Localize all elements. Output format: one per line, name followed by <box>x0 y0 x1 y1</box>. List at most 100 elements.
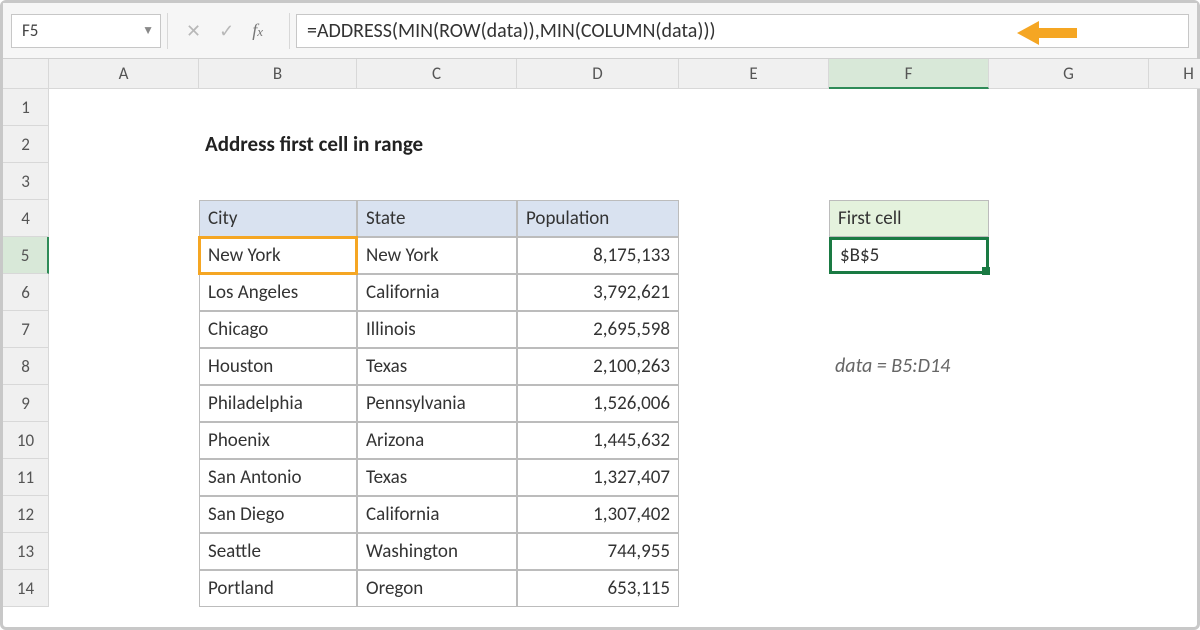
table-cell-population[interactable]: 744,955 <box>517 533 679 570</box>
first-cell-value[interactable]: $B$5 <box>829 237 989 274</box>
table-cell-population[interactable]: 1,445,632 <box>517 422 679 459</box>
cell-D3[interactable] <box>517 163 679 200</box>
cell-F10[interactable] <box>829 422 989 459</box>
cell-E5[interactable] <box>679 237 829 274</box>
row-header-8[interactable]: 8 <box>3 348 49 385</box>
col-header-H[interactable]: H <box>1149 59 1200 89</box>
cell-G3[interactable] <box>989 163 1149 200</box>
cell-F7[interactable] <box>829 311 989 348</box>
table-cell-state[interactable]: Washington <box>357 533 517 570</box>
col-header-G[interactable]: G <box>989 59 1149 89</box>
col-header-B[interactable]: B <box>199 59 357 89</box>
cell-A8[interactable] <box>49 348 199 385</box>
row-header-2[interactable]: 2 <box>3 126 49 163</box>
table-cell-city[interactable]: New York <box>199 237 357 274</box>
row-header-14[interactable]: 14 <box>3 570 49 607</box>
cell-H11[interactable] <box>1149 459 1200 496</box>
table-cell-city[interactable]: Phoenix <box>199 422 357 459</box>
cell-H3[interactable] <box>1149 163 1200 200</box>
cell-A3[interactable] <box>49 163 199 200</box>
cell-B3[interactable] <box>199 163 357 200</box>
cell-H9[interactable] <box>1149 385 1200 422</box>
table-cell-population[interactable]: 1,526,006 <box>517 385 679 422</box>
cell-G5[interactable] <box>989 237 1149 274</box>
col-header-E[interactable]: E <box>679 59 829 89</box>
confirm-icon[interactable]: ✓ <box>219 20 234 42</box>
cell-C3[interactable] <box>357 163 517 200</box>
table-cell-city[interactable]: Los Angeles <box>199 274 357 311</box>
row-header-12[interactable]: 12 <box>3 496 49 533</box>
row-header-11[interactable]: 11 <box>3 459 49 496</box>
cell-G4[interactable] <box>989 200 1149 237</box>
cell-E3[interactable] <box>679 163 829 200</box>
table-cell-city[interactable]: San Diego <box>199 496 357 533</box>
cell-A12[interactable] <box>49 496 199 533</box>
table-cell-city[interactable]: Seattle <box>199 533 357 570</box>
fx-icon[interactable]: fx <box>252 20 271 41</box>
table-cell-state[interactable]: Illinois <box>357 311 517 348</box>
cell-E10[interactable] <box>679 422 829 459</box>
table-cell-city[interactable]: Portland <box>199 570 357 607</box>
cell-A1[interactable] <box>49 89 199 126</box>
table-cell-state[interactable]: Arizona <box>357 422 517 459</box>
cell-A9[interactable] <box>49 385 199 422</box>
cell-F6[interactable] <box>829 274 989 311</box>
cell-H2[interactable] <box>1149 126 1200 163</box>
table-cell-population[interactable]: 3,792,621 <box>517 274 679 311</box>
table-cell-population[interactable]: 2,695,598 <box>517 311 679 348</box>
cell-E6[interactable] <box>679 274 829 311</box>
cell-H7[interactable] <box>1149 311 1200 348</box>
cell-G14[interactable] <box>989 570 1149 607</box>
row-header-7[interactable]: 7 <box>3 311 49 348</box>
cell-G6[interactable] <box>989 274 1149 311</box>
cell-C1[interactable] <box>357 89 517 126</box>
cell-G1[interactable] <box>989 89 1149 126</box>
dropdown-icon[interactable]: ▼ <box>142 23 154 38</box>
row-header-3[interactable]: 3 <box>3 163 49 200</box>
table-cell-state[interactable]: California <box>357 496 517 533</box>
table-cell-state[interactable]: Texas <box>357 459 517 496</box>
cell-H4[interactable] <box>1149 200 1200 237</box>
cell-G9[interactable] <box>989 385 1149 422</box>
table-cell-city[interactable]: Philadelphia <box>199 385 357 422</box>
row-header-4[interactable]: 4 <box>3 200 49 237</box>
table-cell-city[interactable]: San Antonio <box>199 459 357 496</box>
cell-H13[interactable] <box>1149 533 1200 570</box>
row-header-1[interactable]: 1 <box>3 89 49 126</box>
select-all-corner[interactable] <box>3 59 49 89</box>
cell-G12[interactable] <box>989 496 1149 533</box>
cell-D1[interactable] <box>517 89 679 126</box>
table-cell-population[interactable]: 8,175,133 <box>517 237 679 274</box>
cell-G13[interactable] <box>989 533 1149 570</box>
cancel-icon[interactable]: ✕ <box>186 20 201 42</box>
cell-F14[interactable] <box>829 570 989 607</box>
table-cell-state[interactable]: New York <box>357 237 517 274</box>
cell-A5[interactable] <box>49 237 199 274</box>
cell-H10[interactable] <box>1149 422 1200 459</box>
cell-F9[interactable] <box>829 385 989 422</box>
table-cell-city[interactable]: Chicago <box>199 311 357 348</box>
col-header-A[interactable]: A <box>49 59 199 89</box>
cell-F3[interactable] <box>829 163 989 200</box>
table-cell-population[interactable]: 1,307,402 <box>517 496 679 533</box>
cell-G7[interactable] <box>989 311 1149 348</box>
cell-E14[interactable] <box>679 570 829 607</box>
cell-A10[interactable] <box>49 422 199 459</box>
col-header-D[interactable]: D <box>517 59 679 89</box>
table-cell-state[interactable]: California <box>357 274 517 311</box>
cell-F13[interactable] <box>829 533 989 570</box>
cell-E1[interactable] <box>679 89 829 126</box>
cell-E7[interactable] <box>679 311 829 348</box>
table-cell-population[interactable]: 1,327,407 <box>517 459 679 496</box>
table-cell-population[interactable]: 2,100,263 <box>517 348 679 385</box>
name-box[interactable]: F5 ▼ <box>11 14 161 48</box>
cell-F1[interactable] <box>829 89 989 126</box>
cell-F12[interactable] <box>829 496 989 533</box>
cell-A13[interactable] <box>49 533 199 570</box>
cell-F2[interactable] <box>829 126 989 163</box>
table-cell-population[interactable]: 653,115 <box>517 570 679 607</box>
cell-E8[interactable] <box>679 348 829 385</box>
cell-A11[interactable] <box>49 459 199 496</box>
cell-A4[interactable] <box>49 200 199 237</box>
table-cell-state[interactable]: Texas <box>357 348 517 385</box>
